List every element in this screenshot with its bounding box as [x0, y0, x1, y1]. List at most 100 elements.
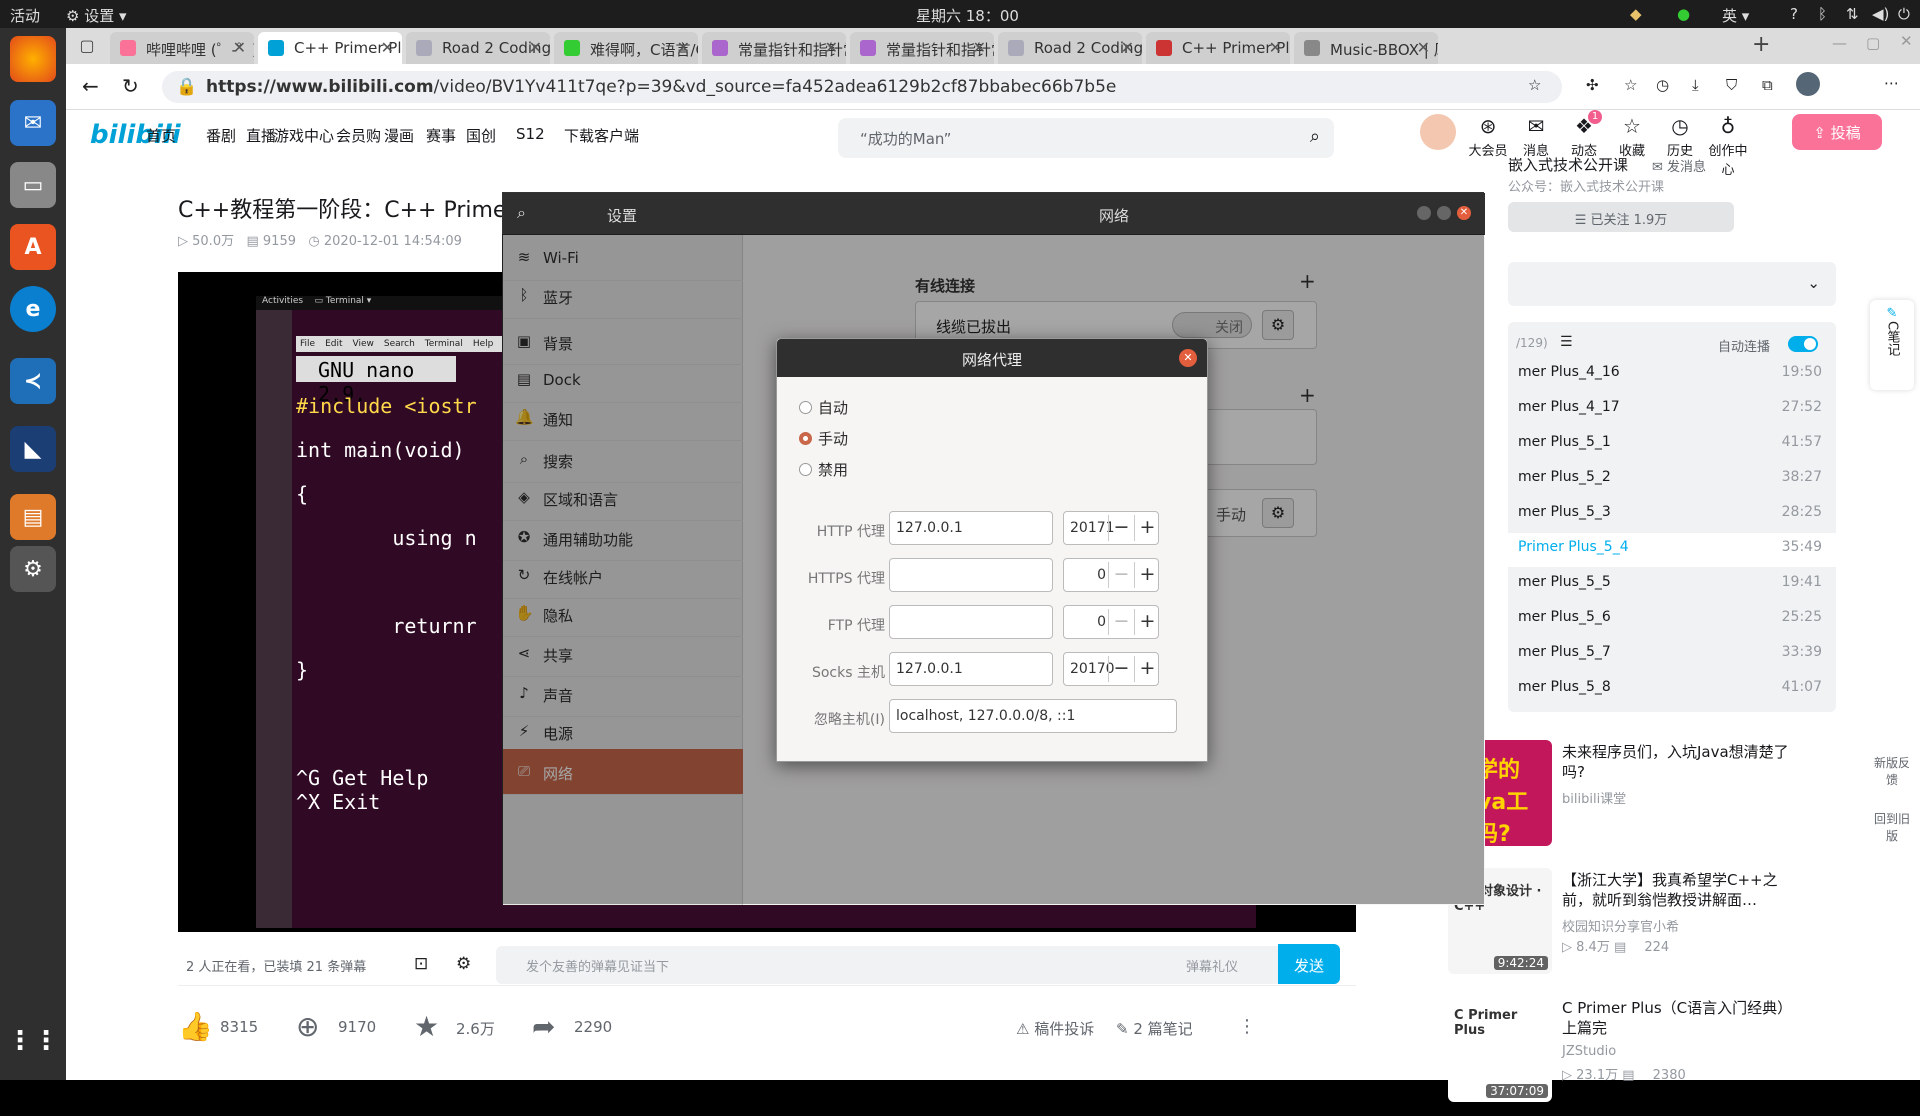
increment-icon[interactable]: +: [1134, 562, 1160, 588]
terminal-menu-item[interactable]: File: [300, 339, 315, 349]
notes-link[interactable]: ✎ 2 篇笔记: [1116, 1018, 1193, 1039]
nav-link[interactable]: 直播: [246, 125, 276, 146]
search-input[interactable]: “成功的Man” ⌕: [838, 118, 1334, 158]
activities-button[interactable]: 活动: [10, 5, 40, 26]
cat-tray-icon[interactable]: ◆: [1630, 5, 1642, 23]
playlist-item[interactable]: mer Plus_5_3 28:25: [1508, 498, 1836, 532]
nav-link[interactable]: 国创: [466, 125, 496, 146]
search-icon[interactable]: ⌕: [517, 203, 526, 223]
decrement-icon[interactable]: −: [1108, 515, 1134, 541]
minimize-icon[interactable]: [1417, 206, 1431, 220]
tab-close-icon[interactable]: ✕: [677, 38, 690, 57]
coin-icon[interactable]: ⊕: [296, 1010, 319, 1043]
maximize-icon[interactable]: ▢: [1866, 34, 1880, 52]
playlist-item[interactable]: Primer Plus_5_4 35:49: [1508, 533, 1836, 567]
browser-tab[interactable]: 常量指针和指针常✕: [702, 32, 846, 64]
decrement-icon[interactable]: −: [1108, 562, 1134, 588]
proxy-port-spinner[interactable]: 0− +: [1063, 605, 1159, 639]
url-field[interactable]: 🔒 https://www.bilibili.com/video/BV1Yv41…: [162, 71, 1562, 103]
tab-close-icon[interactable]: ✕: [1269, 38, 1282, 57]
follow-button[interactable]: ☰ 已关注 1.9万: [1508, 202, 1734, 232]
proxy-host-input[interactable]: 127.0.0.1: [889, 511, 1053, 545]
power-icon[interactable]: ⏻: [1898, 5, 1910, 23]
collections-icon[interactable]: ⧉: [1762, 76, 1773, 94]
proxy-port-spinner[interactable]: 20170− +: [1063, 652, 1159, 686]
danmaku-toggle-icon[interactable]: ⊡: [414, 954, 428, 974]
terminal-menu-item[interactable]: Help: [473, 339, 494, 349]
maximize-icon[interactable]: [1437, 206, 1451, 220]
app-menu[interactable]: ⚙ 设置 ▾: [66, 5, 127, 26]
old-version-button[interactable]: 回到旧版: [1870, 810, 1914, 854]
playlist-item[interactable]: mer Plus_5_8 41:07: [1508, 673, 1836, 707]
browser-tab[interactable]: 哔哩哔哩 (゜-゜)つロ✕: [110, 32, 254, 64]
app-grid-icon[interactable]: ⋮⋮: [7, 1018, 59, 1064]
tab-close-icon[interactable]: ✕: [1417, 38, 1430, 57]
extensions-icon[interactable]: ✣: [1586, 76, 1599, 94]
video-thumbnail[interactable]: C Primer Plus 37:07:09: [1448, 996, 1552, 1102]
edge-icon[interactable]: e: [10, 286, 56, 332]
report-link[interactable]: ⚠ 稿件投诉: [1016, 1018, 1094, 1039]
nav-link[interactable]: 漫画: [384, 125, 414, 146]
thunderbird-icon[interactable]: ✉: [10, 100, 56, 146]
nav-link[interactable]: 赛事: [426, 125, 456, 146]
browser-tab[interactable]: C++ Primer Plus_✕: [258, 32, 402, 64]
tab-close-icon[interactable]: ✕: [973, 38, 986, 57]
like-icon[interactable]: 👍: [178, 1010, 213, 1043]
nav-link[interactable]: 游戏中心: [274, 125, 334, 146]
list-icon[interactable]: ☰: [1560, 334, 1573, 350]
rec-title[interactable]: 未来程序员们，入坑Java想清楚了吗?: [1562, 742, 1802, 782]
nav-link[interactable]: 番剧: [206, 125, 236, 146]
software-icon[interactable]: A: [10, 224, 56, 270]
files-icon[interactable]: ▭: [10, 162, 56, 208]
clock[interactable]: 星期六 18：00: [916, 5, 1019, 26]
ignore-hosts-input[interactable]: localhost, 127.0.0.0/8, ::1: [889, 699, 1177, 733]
collapse-panel[interactable]: ⌄: [1508, 262, 1836, 306]
proxy-mode-radio[interactable]: 禁用: [799, 459, 848, 480]
send-danmaku-button[interactable]: 发送: [1278, 944, 1340, 984]
minimize-icon[interactable]: —: [1832, 34, 1847, 52]
bookmarks-icon[interactable]: ☆: [1624, 76, 1637, 94]
close-window-icon[interactable]: ✕: [1900, 32, 1913, 50]
nav-link[interactable]: 首页: [146, 125, 176, 146]
proxy-host-input[interactable]: 127.0.0.1: [889, 652, 1053, 686]
firefox-icon[interactable]: [10, 36, 56, 82]
increment-icon[interactable]: +: [1134, 515, 1160, 541]
browser-tab[interactable]: C++ Primer Plus✕: [1146, 32, 1290, 64]
recommended-video[interactable]: C Primer Plus 37:07:09 C Primer Plus（C语言入门…: [1362, 996, 1862, 1116]
browser-tab[interactable]: Road 2 Coding ✕: [998, 32, 1142, 64]
playlist-item[interactable]: mer Plus_5_5 19:41: [1508, 568, 1836, 602]
ime-indicator[interactable]: 英 ▾: [1722, 5, 1749, 26]
up-name[interactable]: 嵌入式技术公开课: [1508, 154, 1628, 175]
vscode-icon[interactable]: ≺: [10, 358, 56, 404]
rec-title[interactable]: 【浙江大学】我真希望学C++之前，就听到翁恺教授讲解面…: [1562, 870, 1802, 910]
terminal-cat-icon[interactable]: ◣: [10, 426, 56, 472]
autoplay-toggle[interactable]: [1788, 336, 1818, 352]
browser-tab[interactable]: Road 2 Coding ✕: [406, 32, 550, 64]
tab-close-icon[interactable]: ✕: [381, 38, 394, 57]
terminal-menu-item[interactable]: View: [353, 339, 374, 349]
terminal-menu-item[interactable]: Search: [384, 339, 415, 349]
proxy-host-input[interactable]: [889, 605, 1053, 639]
proxy-port-spinner[interactable]: 0− +: [1063, 558, 1159, 592]
rec-author[interactable]: 校园知识分享官小希: [1562, 916, 1679, 935]
help-icon[interactable]: ?: [1790, 5, 1798, 23]
shield-icon[interactable]: ⛉: [1726, 76, 1737, 94]
danmaku-settings-icon[interactable]: ⚙: [456, 954, 471, 974]
increment-icon[interactable]: +: [1134, 609, 1160, 635]
terminal-menu-item[interactable]: Terminal: [425, 339, 463, 349]
nav-link[interactable]: 下载客户端: [564, 125, 639, 146]
decrement-icon[interactable]: −: [1108, 656, 1134, 682]
share-icon[interactable]: ➦: [532, 1010, 555, 1043]
archive-icon[interactable]: ▤: [10, 494, 56, 540]
user-avatar[interactable]: [1420, 114, 1456, 150]
settings-icon[interactable]: ⚙: [10, 546, 56, 592]
tab-close-icon[interactable]: ✕: [1121, 38, 1134, 57]
menu-icon[interactable]: ⋯: [1884, 74, 1899, 92]
volume-icon[interactable]: ◀): [1872, 5, 1889, 23]
rec-author[interactable]: JZStudio: [1562, 1044, 1616, 1059]
playlist-item[interactable]: mer Plus_5_6 25:25: [1508, 603, 1836, 637]
bluetooth-icon[interactable]: ᛒ: [1818, 5, 1827, 23]
download-icon[interactable]: ⤓: [1692, 76, 1699, 94]
proxy-host-input[interactable]: [889, 558, 1053, 592]
send-message-link[interactable]: ✉ 发消息: [1652, 156, 1706, 175]
